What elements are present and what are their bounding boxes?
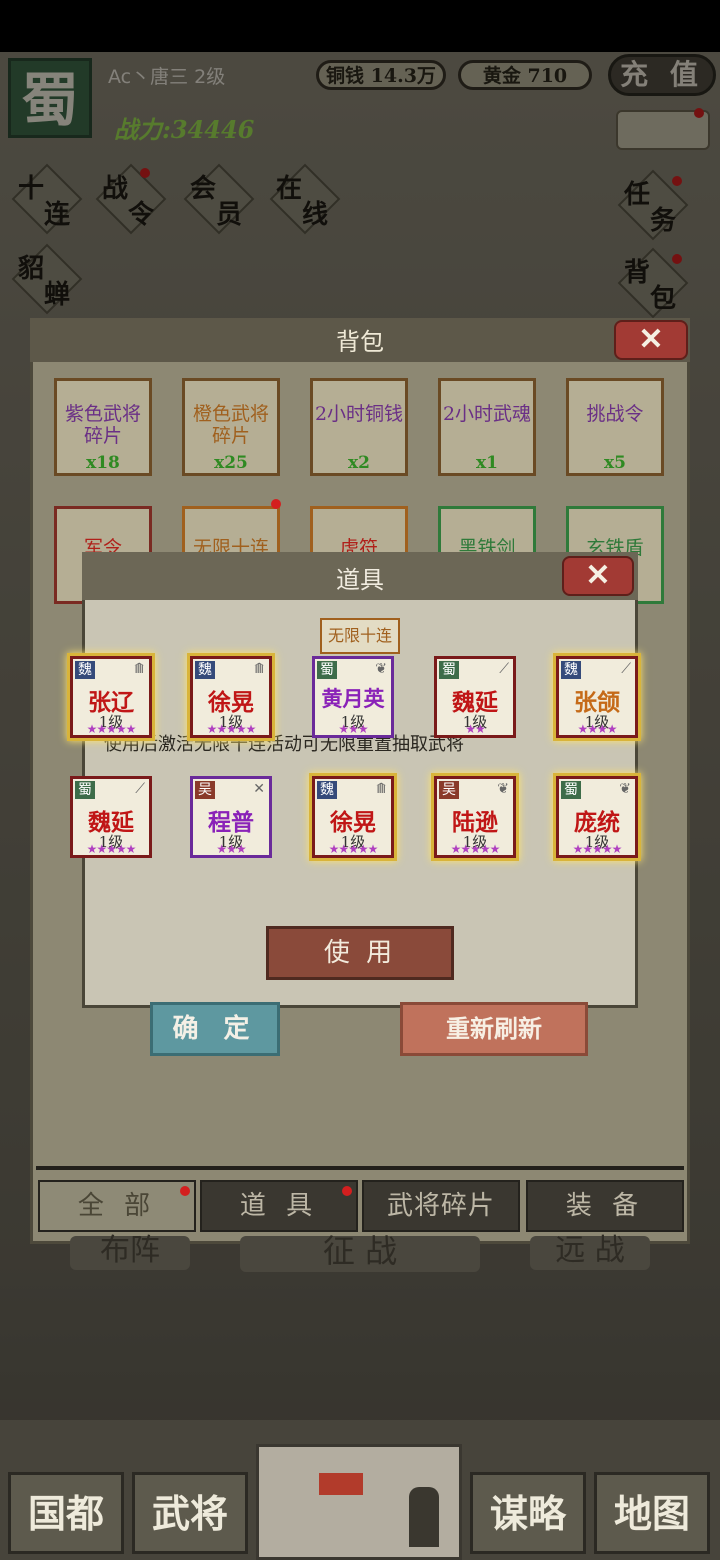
bag-close-button[interactable]: ✕ bbox=[614, 320, 688, 360]
bag-item-count: x1 bbox=[476, 453, 498, 473]
weapon-icon: ⟰ bbox=[253, 661, 265, 677]
expedition-button[interactable]: 远 战 bbox=[530, 1236, 650, 1270]
bag-item-name: 2小时铜钱 bbox=[314, 403, 404, 425]
bag-item-count: x5 bbox=[604, 453, 626, 473]
bag-title: 背包 bbox=[336, 328, 384, 356]
kingdom-tag: 蜀 bbox=[317, 661, 337, 679]
fan-icon: ❦ bbox=[375, 661, 387, 677]
hero-card[interactable]: 蜀 ⟋ 魏延 1级 ★★★★★ bbox=[70, 776, 152, 858]
item-preview-label: 无限十连 bbox=[327, 626, 392, 645]
fan-icon: ❦ bbox=[619, 781, 631, 797]
campaign-button[interactable]: 征 战 bbox=[240, 1235, 480, 1272]
sword-icon: ⟋ bbox=[621, 661, 631, 677]
dialog-close-button[interactable]: ✕ bbox=[562, 556, 634, 596]
nav-strategy[interactable]: 谋略 bbox=[470, 1472, 586, 1554]
dialog-title: 道具 bbox=[336, 566, 384, 594]
hero-card[interactable]: 吴 ✕ 程普 1级 ★★★ bbox=[190, 776, 272, 858]
hero-card[interactable]: 魏 ⟰ 徐晃 1级 ★★★★★ bbox=[190, 656, 272, 738]
hero-stars: ★★★★★ bbox=[86, 842, 137, 856]
tab-hero-shards[interactable]: 武将碎片 bbox=[362, 1180, 520, 1232]
weapon-icon: ⟰ bbox=[375, 781, 387, 797]
hero-stars: ★★★★★ bbox=[450, 842, 501, 856]
hero-card[interactable]: 魏 ⟰ 张辽 1级 ★★★★★ bbox=[70, 656, 152, 738]
kingdom-tag: 吴 bbox=[439, 781, 459, 799]
hero-stars: ★★★★ bbox=[577, 722, 617, 736]
bag-item-name: 2小时武魂 bbox=[442, 403, 532, 425]
kingdom-tag: 吴 bbox=[195, 781, 215, 799]
kingdom-tag: 魏 bbox=[561, 661, 581, 679]
hero-stars: ★★★★★ bbox=[206, 722, 257, 736]
formation-button[interactable]: 布阵 bbox=[70, 1236, 190, 1270]
bag-item-name: 橙色武将碎片 bbox=[192, 403, 269, 447]
bag-item-count: x25 bbox=[214, 453, 248, 473]
sword-icon: ⟋ bbox=[499, 661, 509, 677]
nav-generals[interactable]: 武将 bbox=[132, 1472, 248, 1554]
hero-stars: ★★★★★ bbox=[572, 842, 623, 856]
hero-card[interactable]: 蜀 ❦ 黄月英 1级 ★★★ bbox=[312, 656, 394, 738]
flag-icon bbox=[319, 1473, 363, 1495]
tab-divider bbox=[36, 1166, 684, 1170]
fan-icon: ❦ bbox=[497, 781, 509, 797]
hero-card[interactable]: 吴 ❦ 陆逊 1级 ★★★★★ bbox=[434, 776, 516, 858]
hero-card[interactable]: 魏 ⟰ 徐晃 1级 ★★★★★ bbox=[312, 776, 394, 858]
nav-capital[interactable]: 国都 bbox=[8, 1472, 124, 1554]
refresh-button[interactable]: 重新刷新 bbox=[400, 1002, 588, 1056]
notification-dot bbox=[271, 499, 281, 509]
bag-item-count: x18 bbox=[86, 453, 120, 473]
hero-stars: ★★★ bbox=[338, 722, 368, 736]
hero-stars: ★★★ bbox=[216, 842, 246, 856]
hero-card[interactable]: 魏 ⟋ 张颌 1级 ★★★★ bbox=[556, 656, 638, 738]
hero-card[interactable]: 蜀 ⟋ 魏延 1级 ★★ bbox=[434, 656, 516, 738]
item-description: 使用后激活无限十连活动可无限重置抽取武将 bbox=[104, 734, 464, 755]
hero-stars: ★★★★★ bbox=[328, 842, 379, 856]
weapon-icon: ⟰ bbox=[133, 661, 145, 677]
tab-items[interactable]: 道 具 bbox=[200, 1180, 358, 1232]
bag-item[interactable]: 紫色武将碎片 x18 bbox=[54, 378, 152, 476]
kingdom-tag: 魏 bbox=[75, 661, 95, 679]
bag-item[interactable]: 挑战令 x5 bbox=[566, 378, 664, 476]
nav-battle-scene[interactable] bbox=[256, 1444, 462, 1560]
bag-item-count: x2 bbox=[348, 453, 370, 473]
crossed-swords-icon: ✕ bbox=[253, 781, 265, 797]
nav-map[interactable]: 地图 bbox=[594, 1472, 710, 1554]
notification-dot bbox=[180, 1186, 190, 1196]
item-preview: 无限十连 bbox=[320, 618, 400, 654]
hero-stars: ★★ bbox=[465, 722, 486, 736]
hero-stars: ★★★★★ bbox=[86, 722, 137, 736]
tab-all[interactable]: 全 部 bbox=[38, 1180, 196, 1232]
kingdom-tag: 蜀 bbox=[439, 661, 459, 679]
kingdom-tag: 蜀 bbox=[75, 781, 95, 799]
use-button[interactable]: 使 用 bbox=[266, 926, 454, 980]
bag-item-name: 紫色武将碎片 bbox=[64, 403, 141, 447]
sword-icon: ⟋ bbox=[135, 781, 145, 797]
notification-dot bbox=[342, 1186, 352, 1196]
confirm-button[interactable]: 确 定 bbox=[150, 1002, 280, 1056]
kingdom-tag: 魏 bbox=[317, 781, 337, 799]
bag-item[interactable]: 2小时铜钱 x2 bbox=[310, 378, 408, 476]
kingdom-tag: 魏 bbox=[195, 661, 215, 679]
bag-item[interactable]: 2小时武魂 x1 bbox=[438, 378, 536, 476]
bag-item[interactable]: 橙色武将碎片 x25 bbox=[182, 378, 280, 476]
tab-equipment[interactable]: 装 备 bbox=[526, 1180, 684, 1232]
bag-item-name: 挑战令 bbox=[586, 403, 644, 425]
warrior-icon bbox=[409, 1487, 439, 1547]
hero-name: 黄月英 bbox=[321, 686, 385, 711]
kingdom-tag: 蜀 bbox=[561, 781, 581, 799]
hero-card[interactable]: 蜀 ❦ 庞统 1级 ★★★★★ bbox=[556, 776, 638, 858]
